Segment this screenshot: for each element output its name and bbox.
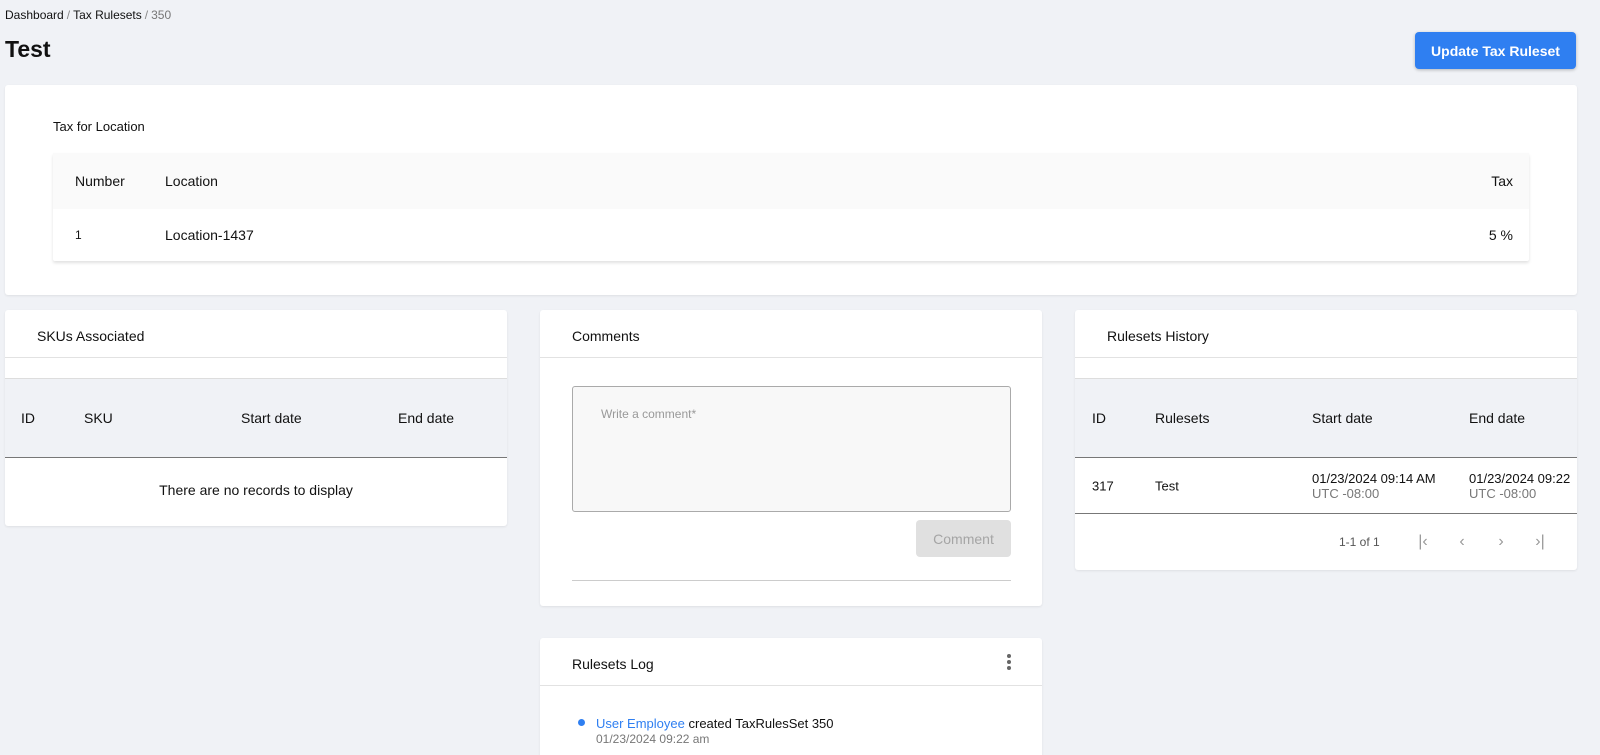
breadcrumb-tax-rulesets-link[interactable]: Tax Rulesets: [73, 8, 142, 22]
divider: [572, 580, 1011, 581]
column-header-id[interactable]: ID: [1092, 410, 1106, 426]
row-tax: 5 %: [1488, 227, 1513, 243]
page-title: Test: [5, 36, 51, 62]
log-header: Rulesets Log: [540, 638, 1042, 686]
column-header-start-date[interactable]: Start date: [1312, 410, 1373, 426]
log-title: Rulesets Log: [572, 656, 654, 672]
history-table-header: ID Rulesets Start date End date: [1075, 378, 1577, 458]
row-number: 1: [75, 228, 82, 242]
breadcrumb: Dashboard / Tax Rulesets / 350: [5, 8, 171, 22]
start-date-value: 01/23/2024 09:14 AM: [1312, 470, 1436, 486]
column-header-tax[interactable]: Tax: [1491, 173, 1513, 189]
tax-for-location-card: Tax for Location Number Location Tax 1 L…: [5, 85, 1577, 295]
skus-header: SKUs Associated: [5, 310, 507, 358]
table-row[interactable]: 317 Test 01/23/2024 09:14 AM UTC -08:00 …: [1075, 458, 1577, 514]
rulesets-history-card: Rulesets History ID Rulesets Start date …: [1075, 310, 1577, 570]
row-location: Location-1437: [165, 227, 254, 243]
breadcrumb-separator: /: [66, 8, 71, 22]
log-timestamp: 01/23/2024 09:22 am: [596, 732, 710, 746]
skus-associated-card: SKUs Associated ID SKU Start date End da…: [5, 310, 507, 526]
previous-page-icon[interactable]: ‹: [1450, 530, 1474, 554]
more-options-icon[interactable]: [1006, 654, 1012, 672]
last-page-icon[interactable]: ›|: [1528, 530, 1552, 554]
history-end-date: 01/23/2024 09:22 UTC -08:00: [1469, 471, 1570, 501]
tax-location-table: Number Location Tax 1 Location-1437 5 %: [53, 153, 1529, 261]
log-action: created TaxRulesSet 350: [688, 716, 834, 731]
empty-state-text: There are no records to display: [159, 482, 353, 498]
history-title: Rulesets History: [1107, 328, 1209, 344]
column-header-number[interactable]: Number: [75, 173, 125, 189]
breadcrumb-separator: /: [144, 8, 149, 22]
breadcrumb-dashboard-link[interactable]: Dashboard: [5, 8, 64, 22]
skus-title: SKUs Associated: [37, 328, 145, 344]
rulesets-log-card: Rulesets Log User Employee created TaxRu…: [540, 638, 1042, 755]
update-tax-ruleset-button[interactable]: Update Tax Ruleset: [1415, 32, 1576, 69]
history-ruleset: Test: [1155, 478, 1179, 493]
next-page-icon[interactable]: ›: [1489, 530, 1513, 554]
history-start-date: 01/23/2024 09:14 AM UTC -08:00: [1312, 471, 1436, 501]
skus-table-header: ID SKU Start date End date: [5, 378, 507, 458]
comment-button[interactable]: Comment: [916, 520, 1011, 557]
history-id: 317: [1092, 478, 1114, 493]
end-date-value: 01/23/2024 09:22: [1469, 470, 1571, 486]
table-row[interactable]: 1 Location-1437 5 %: [53, 209, 1529, 261]
column-header-sku[interactable]: SKU: [84, 410, 113, 426]
column-header-id[interactable]: ID: [21, 410, 35, 426]
column-header-rulesets[interactable]: Rulesets: [1155, 410, 1209, 426]
start-date-timezone: UTC -08:00: [1312, 485, 1380, 501]
first-page-icon[interactable]: |‹: [1411, 530, 1435, 554]
comments-card: Comments Comment: [540, 310, 1042, 606]
comments-title: Comments: [572, 328, 640, 344]
history-header: Rulesets History: [1075, 310, 1577, 358]
end-date-timezone: UTC -08:00: [1469, 485, 1537, 501]
log-entry-text: User Employee created TaxRulesSet 350: [596, 716, 834, 731]
column-header-end-date[interactable]: End date: [1469, 410, 1525, 426]
comment-input[interactable]: [572, 386, 1011, 512]
pagination: 1-1 of 1 |‹ ‹ › ›|: [1075, 514, 1577, 570]
log-user-link[interactable]: User Employee: [596, 716, 685, 731]
comments-header: Comments: [540, 310, 1042, 358]
tax-for-location-label: Tax for Location: [53, 119, 145, 134]
column-header-location[interactable]: Location: [165, 173, 218, 189]
breadcrumb-current: 350: [151, 8, 172, 22]
table-header: Number Location Tax: [53, 153, 1529, 209]
column-header-end-date[interactable]: End date: [398, 410, 454, 426]
column-header-start-date[interactable]: Start date: [241, 410, 302, 426]
bullet-dot-icon: [578, 719, 585, 726]
pagination-range: 1-1 of 1: [1339, 535, 1380, 549]
